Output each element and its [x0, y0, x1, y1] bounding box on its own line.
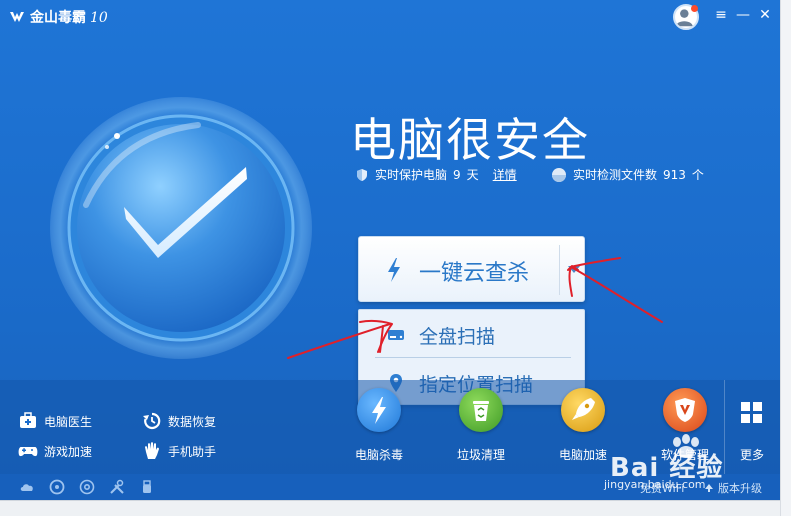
- rocket-icon: [572, 398, 595, 420]
- tools-icon[interactable]: [109, 479, 125, 495]
- tool-circle: [561, 388, 605, 432]
- app-name: 金山毒霸: [30, 10, 86, 26]
- cloud-icon[interactable]: [19, 479, 35, 495]
- quick-link-label: 游戏加速: [44, 444, 93, 459]
- quick-link-label: 手机助手: [168, 444, 217, 459]
- main-window: 金山毒霸 10 ≡ — ✕ 电脑很安全 实时保护电脑 9 天 详情 实时检测文件…: [0, 0, 780, 500]
- shield-icon: [357, 168, 367, 181]
- app-version: 10: [90, 10, 108, 26]
- notification-dot: [691, 5, 698, 12]
- app-logo-icon: [10, 12, 24, 22]
- watermark-url: jingyan.baidu.com: [604, 478, 706, 491]
- restore-icon: [143, 412, 161, 430]
- tool-label: 垃圾清理: [456, 448, 505, 462]
- menu-icon: ≡: [715, 7, 727, 23]
- scan-status: 实时检测文件数 913 个: [551, 166, 704, 183]
- minimize-button[interactable]: —: [734, 6, 752, 24]
- menu-item-full-scan[interactable]: 全盘扫描: [359, 312, 586, 358]
- desktop-bottom: [0, 500, 780, 516]
- protection-status: 实时保护电脑 9 天 详情: [355, 166, 517, 183]
- hard-disk-icon: [388, 330, 404, 340]
- menu-button[interactable]: ≡: [712, 6, 730, 24]
- tool-circle: [357, 388, 401, 432]
- settings-icon[interactable]: [79, 479, 95, 495]
- close-icon: ✕: [759, 7, 771, 23]
- scan-prefix: 实时检测文件数: [573, 168, 658, 182]
- chevron-down-icon[interactable]: [568, 266, 580, 273]
- quick-link-label: 电脑医生: [44, 414, 93, 429]
- lightning-icon: [388, 258, 400, 282]
- quick-link-label: 数据恢复: [168, 414, 217, 429]
- status-headline: 电脑很安全: [350, 113, 590, 167]
- quick-link-data-recovery[interactable]: 数据恢复: [142, 411, 216, 431]
- button-divider: [559, 245, 560, 295]
- quick-link-phone-assistant[interactable]: 手机助手: [142, 441, 216, 461]
- title-bar: 金山毒霸 10 ≡ — ✕: [0, 0, 780, 34]
- quick-link-game-boost[interactable]: 游戏加速: [18, 441, 92, 461]
- scan-count: 913: [663, 167, 686, 182]
- protect-prefix: 实时保护电脑: [375, 168, 448, 182]
- menu-separator: [375, 357, 571, 358]
- tool-label: 电脑杀毒: [354, 448, 403, 462]
- close-button[interactable]: ✕: [756, 6, 774, 24]
- details-link[interactable]: 详情: [493, 166, 517, 183]
- more-grid-icon[interactable]: [741, 402, 763, 424]
- safety-check-icon: [50, 97, 312, 359]
- cloud-scan-label: 一键云查杀: [419, 261, 530, 286]
- usb-icon[interactable]: [139, 479, 155, 495]
- hand-icon: [145, 442, 159, 459]
- menu-item-label: 全盘扫描: [419, 326, 496, 348]
- recycle-bin-icon: [473, 401, 489, 421]
- gamepad-icon: [18, 447, 38, 457]
- app-title: 金山毒霸 10: [30, 7, 108, 27]
- desktop-edge: [780, 0, 791, 516]
- shield-v-icon: [675, 398, 695, 422]
- minimize-icon: —: [736, 7, 750, 23]
- disc-icon[interactable]: [49, 479, 65, 495]
- tool-antivirus[interactable]: 电脑杀毒: [344, 388, 414, 463]
- tool-circle: [663, 388, 707, 432]
- tool-cleanup[interactable]: 垃圾清理: [446, 388, 516, 463]
- tool-circle: [459, 388, 503, 432]
- lightning-icon: [372, 397, 386, 424]
- protect-days: 9: [453, 167, 461, 182]
- cloud-scan-button[interactable]: 一键云查杀: [358, 236, 585, 302]
- protect-unit: 天: [466, 168, 479, 182]
- medical-kit-icon: [20, 412, 36, 428]
- quick-link-pc-doctor[interactable]: 电脑医生: [18, 411, 92, 431]
- scan-unit: 个: [691, 168, 704, 182]
- globe-icon: [552, 167, 566, 182]
